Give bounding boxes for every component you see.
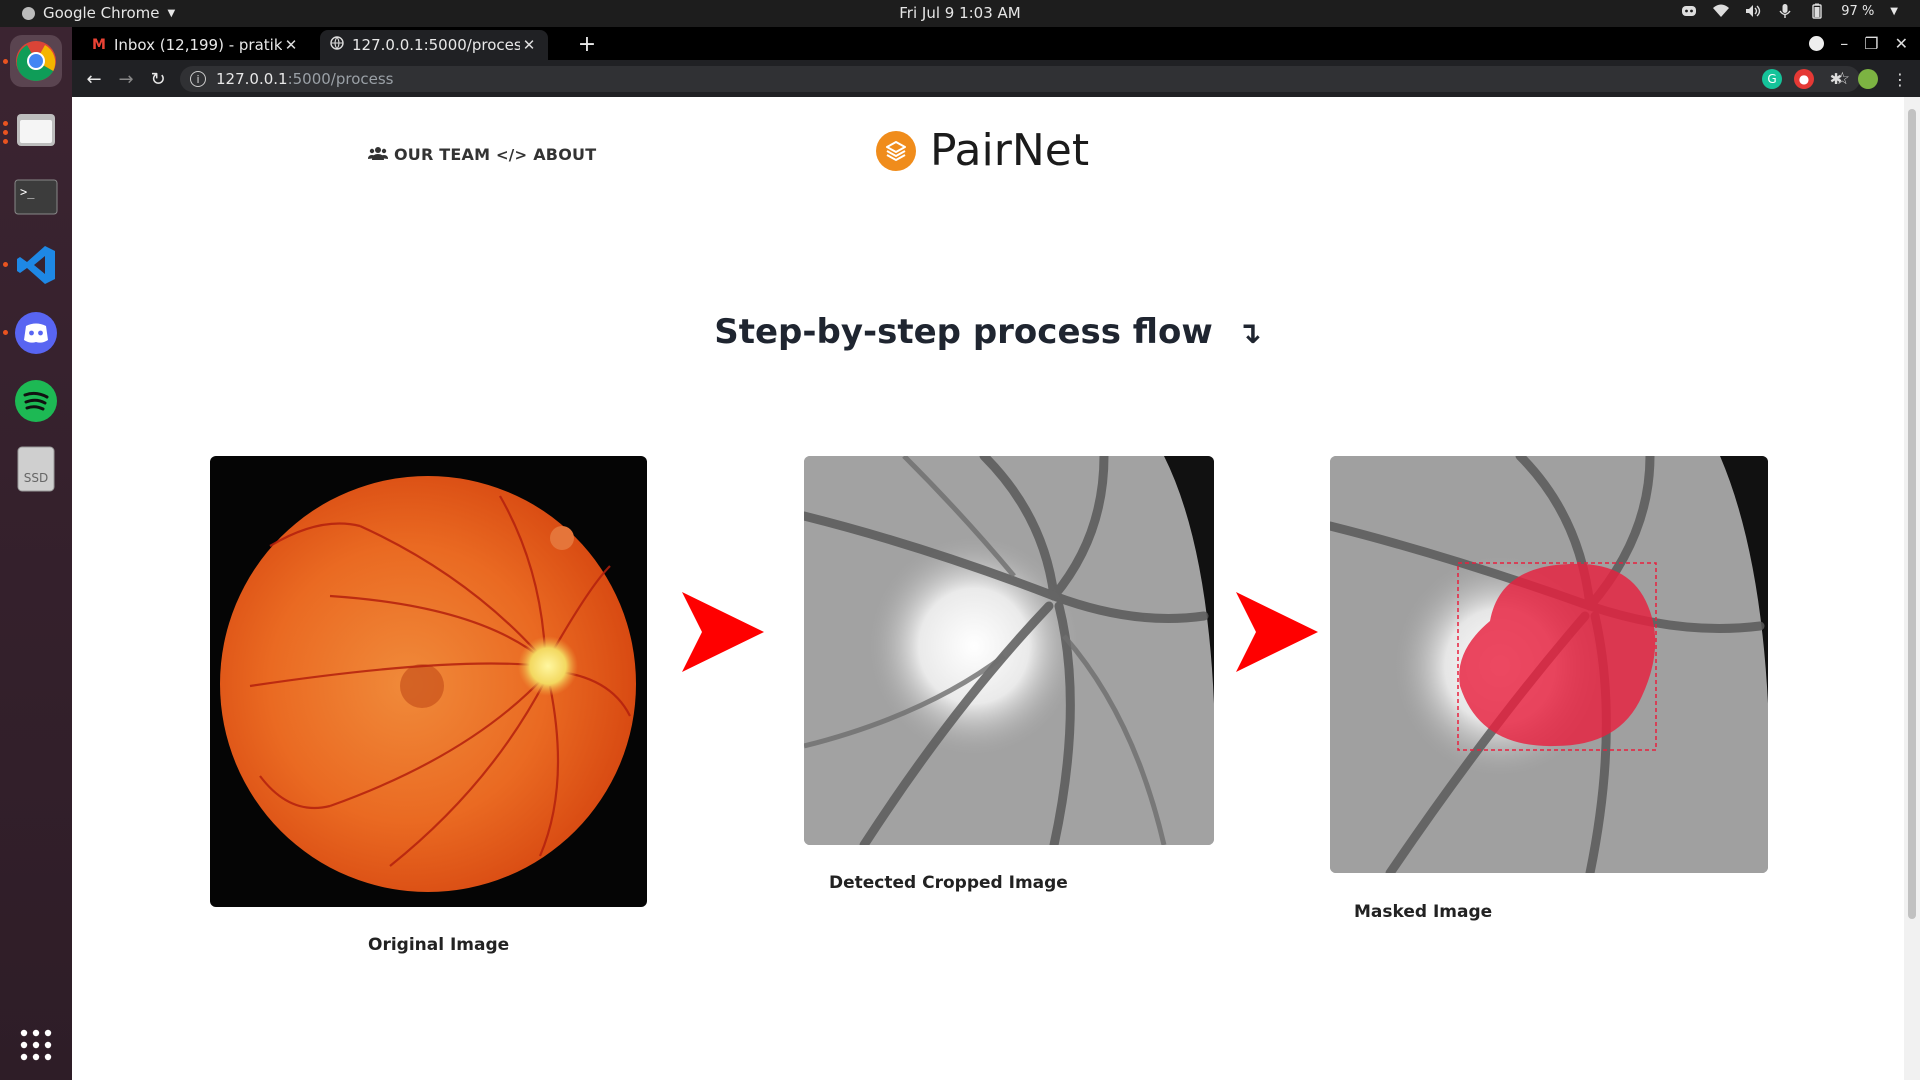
cropped-image [804, 456, 1214, 845]
discord-tray-icon[interactable] [1681, 3, 1697, 19]
page-scrollbar[interactable] [1904, 97, 1920, 1080]
chrome-small-icon [22, 6, 35, 20]
ubuntu-dock: >_ SSD [0, 27, 72, 1080]
original-image [210, 456, 647, 907]
red-extension-icon[interactable]: ● [1794, 69, 1814, 89]
files-icon[interactable] [10, 103, 62, 155]
step-caption: Detected Cropped Image [829, 873, 1068, 893]
forward-icon[interactable]: → [114, 67, 138, 91]
address-bar[interactable]: i 127.0.0.1:5000/process ☆ [180, 66, 1860, 92]
arrow-down-right-icon: ↴ [1236, 316, 1262, 351]
ssd-drive-icon[interactable]: SSD [10, 443, 62, 495]
nav-about[interactable]: </> ABOUT [496, 145, 596, 164]
svg-text:>_: >_ [20, 185, 35, 199]
grammarly-extension-icon[interactable]: G [1762, 69, 1782, 89]
step-caption: Original Image [368, 935, 510, 955]
chrome-menu-icon[interactable]: ⋮ [1890, 69, 1910, 89]
active-app-label: Google Chrome [43, 4, 160, 22]
terminal-icon[interactable]: >_ [10, 171, 62, 223]
url-path: :5000/process [287, 70, 394, 88]
app-grid-icon[interactable] [10, 1019, 62, 1071]
tab-gmail[interactable]: M Inbox (12,199) - pratikkak ✕ [82, 30, 310, 60]
extensions-puzzle-icon[interactable]: ✱ [1826, 69, 1846, 89]
discord-icon[interactable] [10, 307, 62, 359]
globe-icon [330, 36, 344, 54]
layers-logo-icon [876, 130, 916, 171]
minimize-icon[interactable]: – [1840, 34, 1848, 53]
tab-title: Inbox (12,199) - pratikkak [113, 36, 282, 54]
site-info-icon[interactable]: i [190, 71, 206, 87]
tab-process[interactable]: 127.0.0.1:5000/process ✕ [320, 30, 548, 60]
page-title-text: Step-by-step process flow [714, 312, 1213, 352]
spotify-icon[interactable] [10, 375, 62, 427]
flow-arrow-icon [682, 592, 764, 672]
reload-icon[interactable]: ↻ [146, 67, 170, 91]
tab-title: 127.0.0.1:5000/process [352, 36, 520, 54]
page-content: OUR TEAM </> ABOUT PairNet Step-by-step … [72, 97, 1904, 1080]
profile-menu-icon[interactable] [1809, 36, 1825, 51]
ssd-label: SSD [23, 471, 49, 485]
back-icon[interactable]: ← [82, 67, 106, 91]
volume-icon[interactable] [1745, 3, 1761, 19]
chevron-down-icon: ▼ [167, 7, 176, 19]
code-icon: </> [496, 145, 528, 164]
window-controls: – ❐ ✕ [1809, 27, 1920, 60]
clock[interactable]: Fri Jul 9 1:03 AM [0, 4, 1920, 22]
masked-image [1330, 456, 1768, 873]
url-host: 127.0.0.1 [216, 70, 288, 88]
wifi-icon[interactable] [1713, 3, 1730, 19]
chrome-icon[interactable] [10, 35, 62, 87]
step-caption: Masked Image [1354, 902, 1493, 922]
nav-about-label: ABOUT [533, 145, 597, 164]
close-tab-icon[interactable]: ✕ [520, 36, 538, 54]
browser-toolbar: ← → ↻ i 127.0.0.1:5000/process ☆ G ● ✱ ⋮ [72, 60, 1920, 97]
system-tray[interactable]: 97 % ▼ [1681, 3, 1898, 19]
battery-icon[interactable] [1809, 3, 1825, 19]
system-top-bar: Google Chrome ▼ Fri Jul 9 1:03 AM 97 % ▼ [0, 0, 1920, 27]
nav-our-team[interactable]: OUR TEAM [368, 145, 490, 164]
system-menu-chevron-icon[interactable]: ▼ [1890, 6, 1898, 17]
close-tab-icon[interactable]: ✕ [282, 36, 300, 54]
flow-arrow-icon [1236, 592, 1318, 672]
brand-name: PairNet [930, 125, 1090, 176]
close-window-icon[interactable]: ✕ [1895, 34, 1908, 53]
browser-tab-strip: M Inbox (12,199) - pratikkak ✕ 127.0.0.1… [72, 27, 1920, 60]
brand[interactable]: PairNet [876, 125, 1089, 176]
restore-icon[interactable]: ❐ [1864, 34, 1878, 53]
battery-percent: 97 % [1841, 3, 1875, 19]
nav-our-team-label: OUR TEAM [394, 145, 491, 164]
active-app-menu[interactable]: Google Chrome ▼ [22, 4, 175, 22]
vscode-icon[interactable] [10, 239, 62, 291]
scrollbar-thumb[interactable] [1908, 109, 1916, 919]
microphone-icon[interactable] [1777, 3, 1793, 19]
page-title: Step-by-step process flow ↴ [72, 312, 1904, 352]
users-icon [368, 145, 388, 164]
gmail-icon: M [92, 37, 106, 53]
new-tab-button[interactable]: + [572, 30, 602, 60]
avatar[interactable] [1858, 69, 1878, 89]
